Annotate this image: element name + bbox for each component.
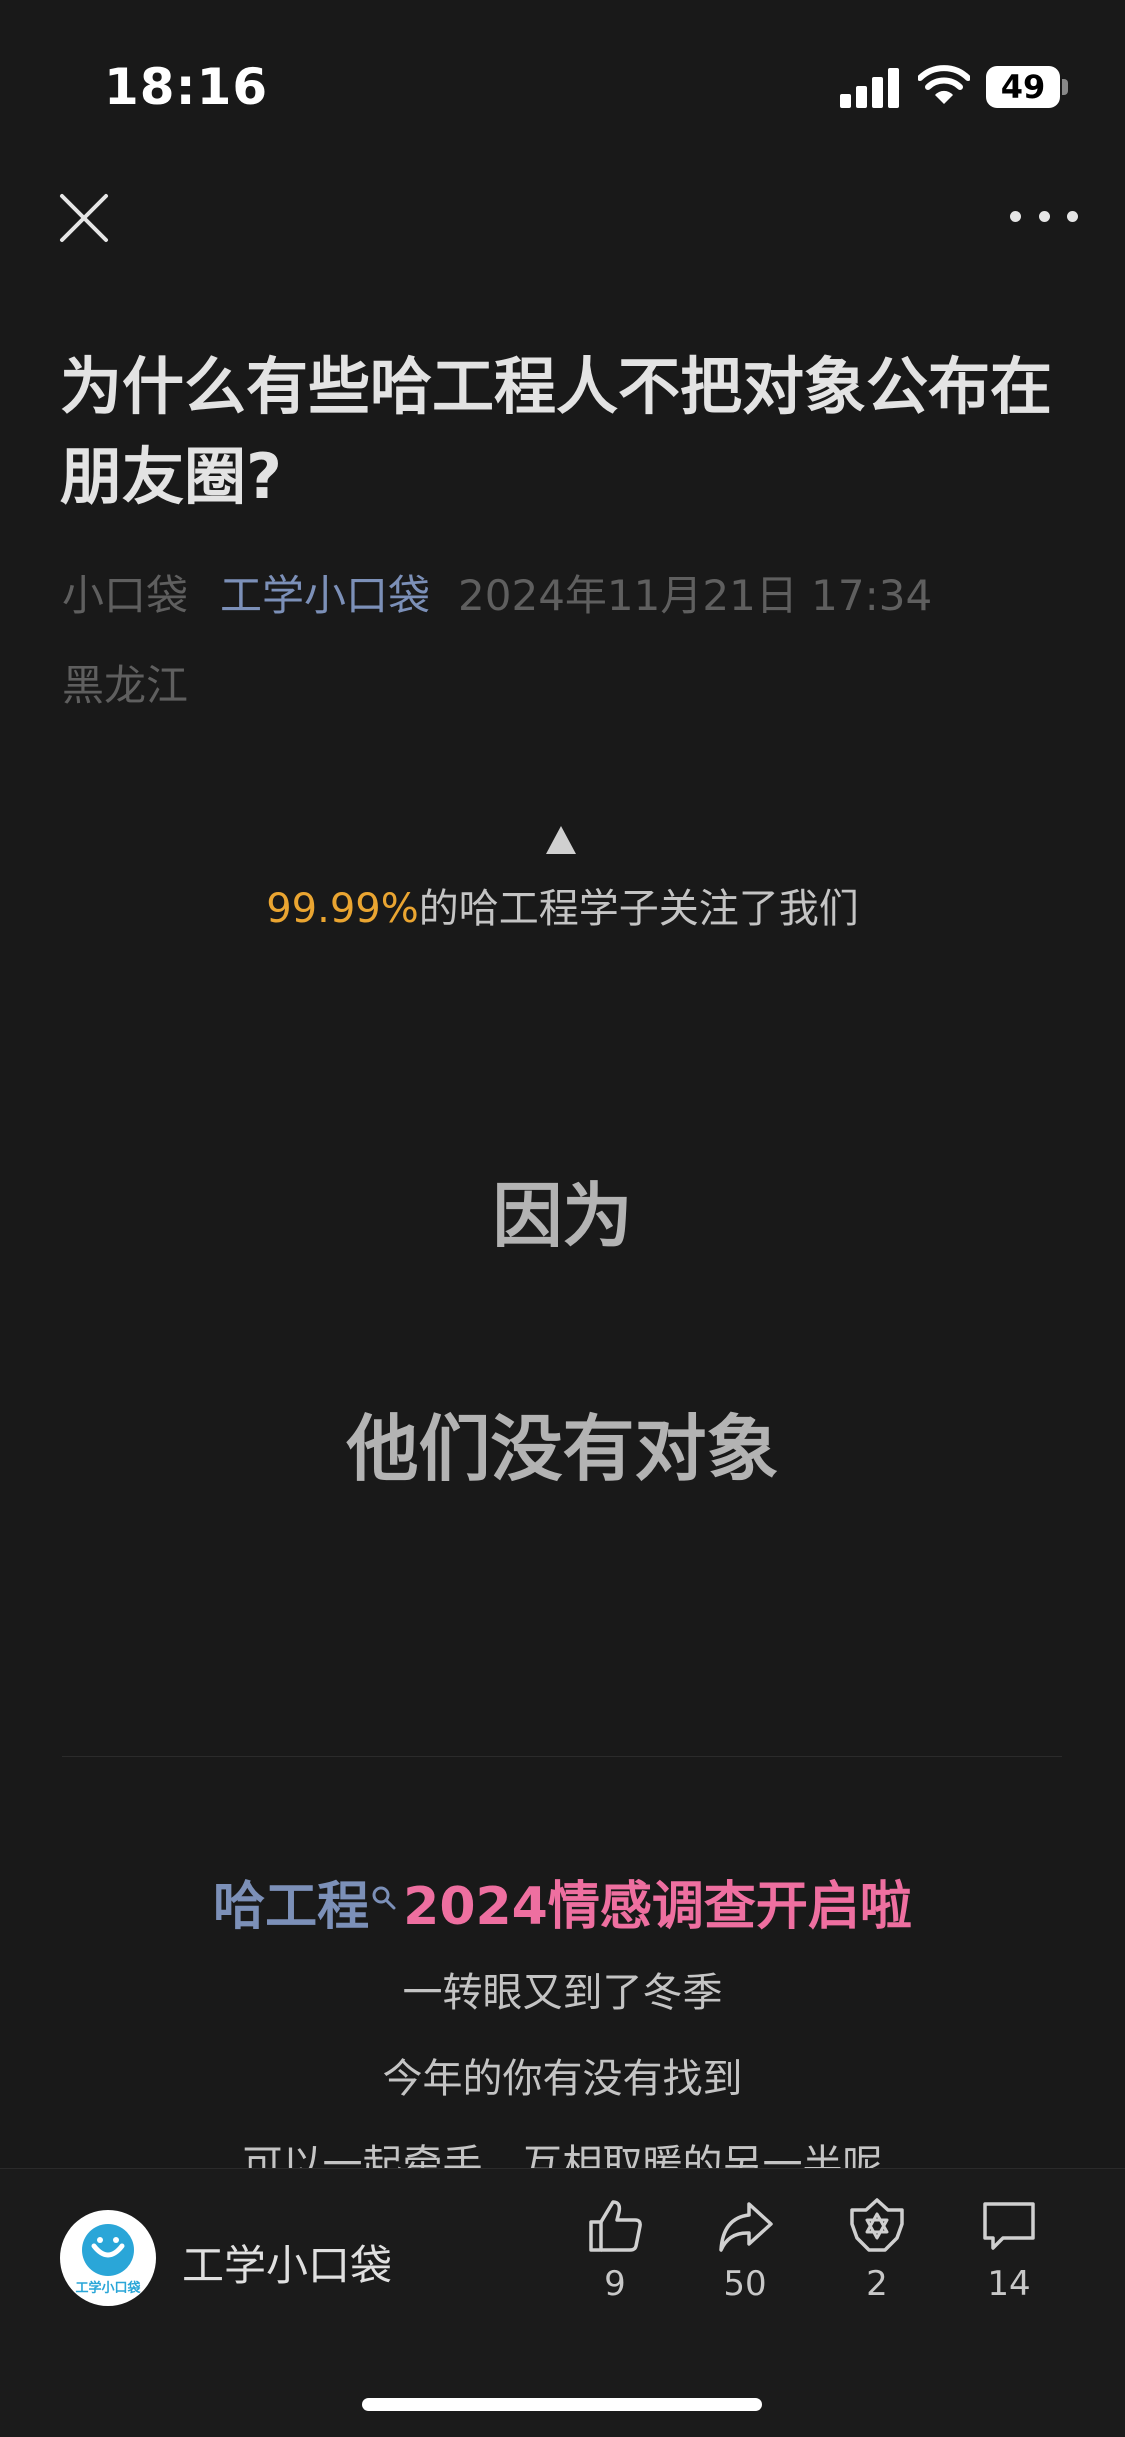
article-title: 为什么有些哈工程人不把对象公布在朋友圈?	[60, 350, 1053, 513]
arrow-up-icon	[546, 826, 576, 854]
divider	[62, 1756, 1062, 1757]
account-logo-icon: 工学小口袋	[75, 2224, 141, 2296]
body-heading-1: 因为	[492, 1175, 633, 1257]
battery-indicator: 49	[986, 66, 1068, 108]
account-link[interactable]: 工学小口袋	[220, 571, 430, 620]
avatar[interactable]: 工学小口袋	[60, 2210, 156, 2306]
bottom-action-bar	[0, 2168, 1125, 2437]
close-icon	[60, 194, 108, 242]
recommend-icon	[850, 2198, 904, 2252]
survey-school[interactable]: 哈工程	[213, 1877, 369, 1937]
follow-percent: 99.99%	[266, 886, 419, 932]
share-button[interactable]: 50	[700, 2196, 790, 2304]
publish-location: 黑龙江	[62, 661, 189, 710]
wifi-icon	[917, 64, 971, 106]
publish-datetime: 2024年11月21日 17:34	[458, 571, 933, 620]
comment-button[interactable]: 14	[964, 2196, 1054, 2304]
body-paragraph: 一转眼又到了冬季	[402, 1970, 723, 2016]
signal-icon	[840, 68, 900, 108]
more-icon	[1010, 210, 1021, 222]
like-count: 9	[604, 2264, 626, 2304]
share-icon	[719, 2202, 773, 2252]
status-time: 18:16	[104, 58, 269, 116]
body-heading-2: 他们没有对象	[346, 1407, 779, 1491]
more-button[interactable]	[1010, 196, 1078, 236]
survey-heading: 哈工程 2024情感调查开启啦	[0, 1864, 1125, 1939]
share-count: 50	[723, 2264, 767, 2304]
survey-title: 2024情感调查开启啦	[403, 1877, 912, 1937]
author-name: 小口袋	[62, 571, 189, 620]
follow-hint: 99.99%的哈工程学子关注了我们	[0, 876, 1125, 934]
like-button[interactable]: 9	[570, 2196, 660, 2304]
search-icon	[371, 1864, 397, 1924]
comment-count: 14	[987, 2264, 1031, 2304]
comment-icon	[983, 2202, 1035, 2250]
close-button[interactable]	[56, 190, 112, 246]
article-meta: 小口袋 工学小口袋 2024年11月21日 17:34	[62, 562, 932, 623]
body-paragraph: 今年的你有没有找到	[382, 2056, 743, 2102]
battery-level: 49	[1000, 68, 1046, 106]
home-indicator[interactable]	[362, 2398, 762, 2411]
follow-text: 的哈工程学子关注了我们	[418, 886, 859, 932]
account-name[interactable]: 工学小口袋	[182, 2232, 392, 2293]
svg-text:工学小口袋: 工学小口袋	[75, 2280, 141, 2296]
recommend-button[interactable]: 2	[832, 2196, 922, 2304]
like-icon	[589, 2200, 642, 2252]
recommend-count: 2	[866, 2264, 888, 2304]
